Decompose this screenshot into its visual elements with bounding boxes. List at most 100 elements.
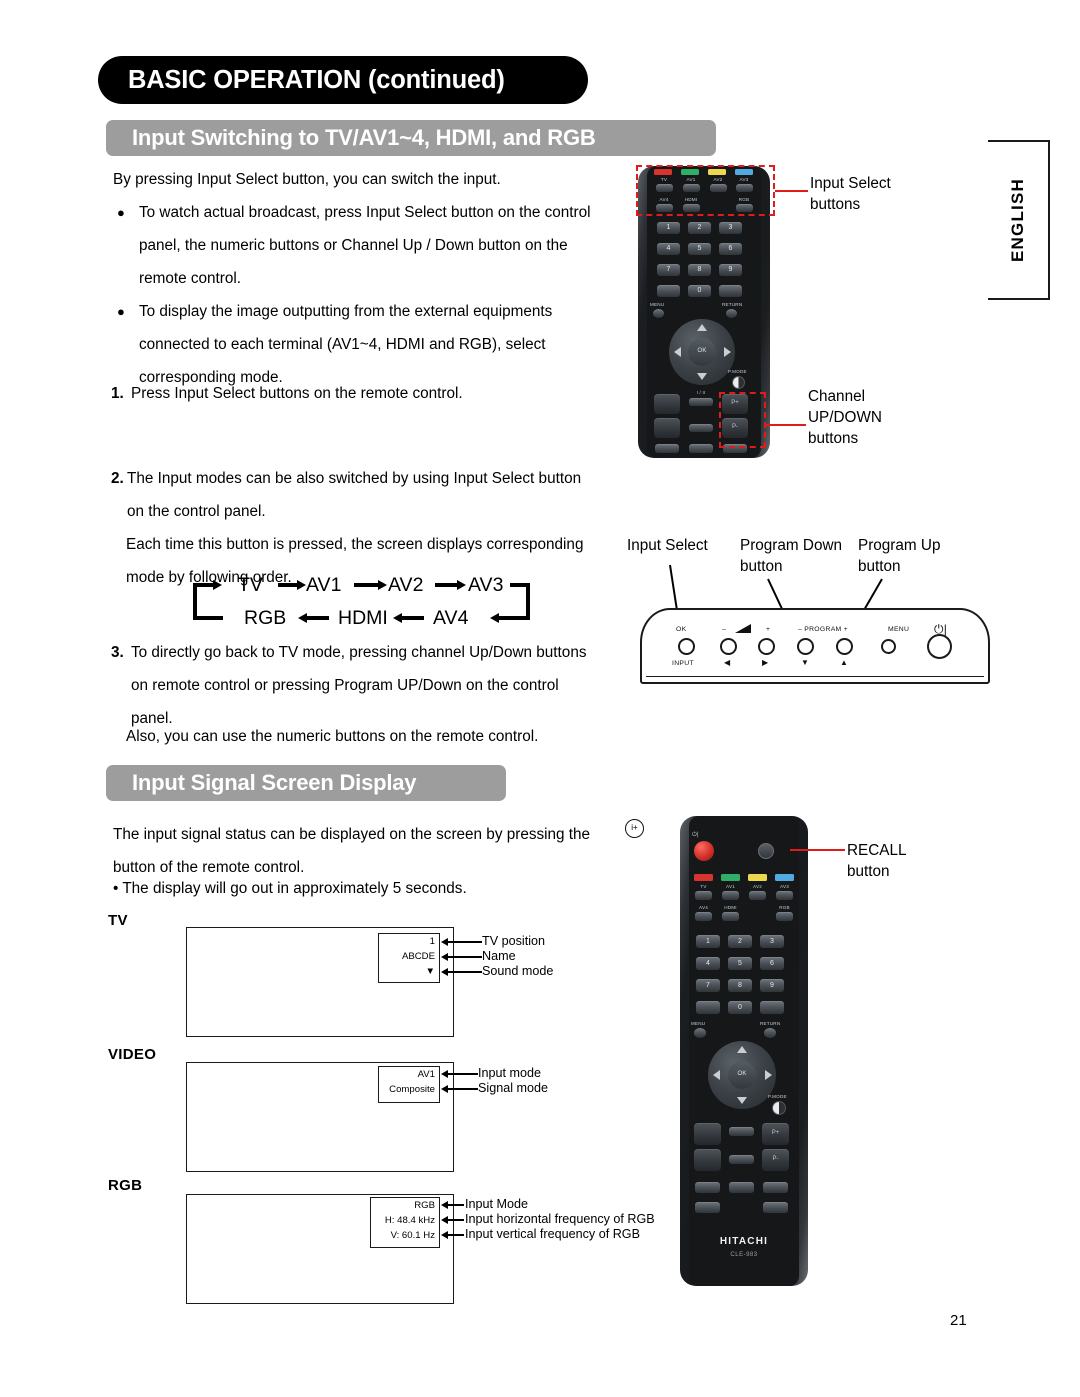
cp-arrow-up-icon: ▲ — [840, 658, 849, 667]
osd-label-video: VIDEO — [108, 1046, 157, 1063]
remote-label-ok: OK — [737, 1071, 747, 1077]
remote-num-9: 9 — [770, 982, 774, 989]
flow-arrow-head — [393, 613, 402, 623]
osd-ann-rgb-vfreq: Input vertical frequency of RGB — [465, 1227, 640, 1241]
remote-button-pmode — [772, 1101, 786, 1115]
leader-line-recall — [790, 849, 845, 851]
flow-arrow-head — [298, 613, 307, 623]
volume-icon — [735, 624, 751, 633]
remote-num-4: 4 — [666, 245, 671, 252]
signal-display-bullet: • The display will go out in approximate… — [113, 880, 467, 897]
remote-num-7: 7 — [666, 266, 671, 273]
remote-button-menu — [694, 1028, 706, 1038]
osd-rgb-hfreq: H: 48.4 kHz — [384, 1215, 435, 1226]
osd-tv-position: 1 — [429, 936, 435, 947]
step-2-number: 2. — [111, 470, 124, 487]
remote-button-extra-1 — [655, 444, 679, 453]
highlight-box-input-select-buttons — [636, 165, 775, 216]
remote-num-7: 7 — [706, 982, 710, 989]
remote-button-av4 — [695, 912, 712, 921]
osd-leader-tv-position — [448, 941, 482, 943]
remote-label-prog-down: P- — [772, 1156, 779, 1162]
step-2-text: The Input modes can be also switched by … — [127, 470, 582, 520]
osd-overlay-video: AV1 Composite — [378, 1066, 440, 1103]
recall-icon: i+ — [625, 819, 644, 838]
color-key-yellow — [748, 874, 767, 881]
osd-arrow-video-input — [441, 1070, 448, 1078]
osd-rgb-vfreq: V: 60.1 Hz — [390, 1230, 435, 1241]
cp-label-ok: OK — [676, 626, 687, 633]
cp-knob-volume-up — [758, 638, 775, 655]
osd-ann-tv-position: TV position — [482, 934, 545, 948]
remote-num-3: 3 — [728, 224, 733, 231]
cp-label-input: INPUT — [672, 660, 694, 667]
cp-label-vol-minus: – — [722, 626, 727, 633]
dpad-down-icon — [697, 373, 707, 380]
osd-leader-rgb-input — [448, 1204, 464, 1206]
flow-arrow-line — [307, 616, 329, 620]
remote-button-mute — [729, 1155, 754, 1164]
dpad-left-icon — [713, 1070, 720, 1080]
osd-leader-tv-sound — [448, 971, 482, 973]
remote-control-bottom-image: ⏻| TV AV1 AV2 AV3 AV4 HDMI RGB 1 2 3 4 5… — [680, 816, 808, 1286]
remote-label-rgb: RGB — [779, 905, 790, 910]
remote-label-pmode: P.MODE — [728, 369, 747, 374]
bullet-item-1: ● To watch actual broadcast, press Input… — [113, 196, 618, 295]
section-header-signal-display: Input Signal Screen Display — [106, 765, 506, 801]
signal-display-intro-1: The input signal status can be displayed… — [113, 826, 591, 843]
osd-ann-rgb-input: Input Mode — [465, 1197, 529, 1211]
flow-arrow-line — [354, 583, 378, 587]
control-panel-diagram: OK – + – PROGRAM + MENU ⏻| INPUT ◀ ▶ ▼ ▲ — [640, 608, 990, 684]
step-1-number: 1. — [111, 385, 124, 402]
flow-node-av3: AV3 — [468, 574, 504, 596]
step-1-text: Press Input Select buttons on the remote… — [131, 385, 463, 402]
remote-button-av-select — [729, 1127, 754, 1136]
color-key-blue — [775, 874, 794, 881]
remote-label-ok: OK — [697, 348, 707, 354]
callout-input-select: Input Select — [627, 537, 708, 554]
remote-num-9: 9 — [728, 266, 733, 273]
remote-num-8: 8 — [738, 982, 742, 989]
osd-label-rgb: RGB — [108, 1177, 143, 1194]
remote-num-0: 0 — [697, 287, 702, 294]
osd-video-input-mode: AV1 — [417, 1069, 435, 1080]
remote-button-recall — [719, 285, 742, 297]
cp-arrow-left-icon: ◀ — [724, 658, 731, 667]
chapter-banner: BASIC OPERATION (continued) — [98, 56, 588, 104]
remote-num-3: 3 — [770, 938, 774, 945]
section-title-signal-display: Input Signal Screen Display — [132, 770, 417, 795]
dpad-up-icon — [737, 1046, 747, 1053]
osd-arrow-tv-name — [441, 953, 448, 961]
leader-line-input-select — [775, 190, 808, 192]
section-title-input-switching: Input Switching to TV/AV1~4, HDMI, and R… — [132, 125, 596, 150]
remote-num-2: 2 — [738, 938, 742, 945]
color-key-red — [694, 874, 713, 881]
leader-line-channel-updown — [766, 424, 806, 426]
bullet-dot-icon: ● — [117, 205, 125, 220]
remote-num-5: 5 — [697, 245, 702, 252]
remote-button-extra-5 — [763, 1202, 788, 1213]
remote-button-return — [764, 1028, 776, 1038]
manual-page: BASIC OPERATION (continued) Input Switch… — [0, 0, 1080, 1397]
remote-num-5: 5 — [738, 960, 742, 967]
osd-tv-sound-mode: ▼ — [425, 966, 436, 977]
flow-arrow-head — [213, 580, 222, 590]
osd-label-tv: TV — [108, 912, 128, 929]
remote-num-2: 2 — [697, 224, 702, 231]
osd-video-signal-mode: Composite — [389, 1084, 435, 1095]
flow-wrap-right-vert — [526, 583, 530, 620]
remote-label-menu: MENU — [691, 1021, 706, 1026]
osd-tv-name: ABCDE — [401, 951, 435, 962]
flow-arrow-line — [278, 583, 297, 587]
dpad-up-icon — [697, 324, 707, 331]
remote-button-extra-2 — [689, 444, 713, 453]
osd-leader-video-input — [448, 1073, 478, 1075]
remote-label-tv: TV — [700, 884, 707, 889]
dpad-down-icon — [737, 1097, 747, 1104]
remote-button-teletext — [696, 1001, 720, 1014]
osd-ann-video-input: Input mode — [478, 1066, 542, 1080]
flow-wrap-right-bottom — [509, 616, 530, 620]
remote-button-av3 — [776, 891, 793, 900]
flow-node-hdmi: HDMI — [338, 607, 388, 629]
osd-arrow-rgb-vfreq — [441, 1231, 448, 1239]
